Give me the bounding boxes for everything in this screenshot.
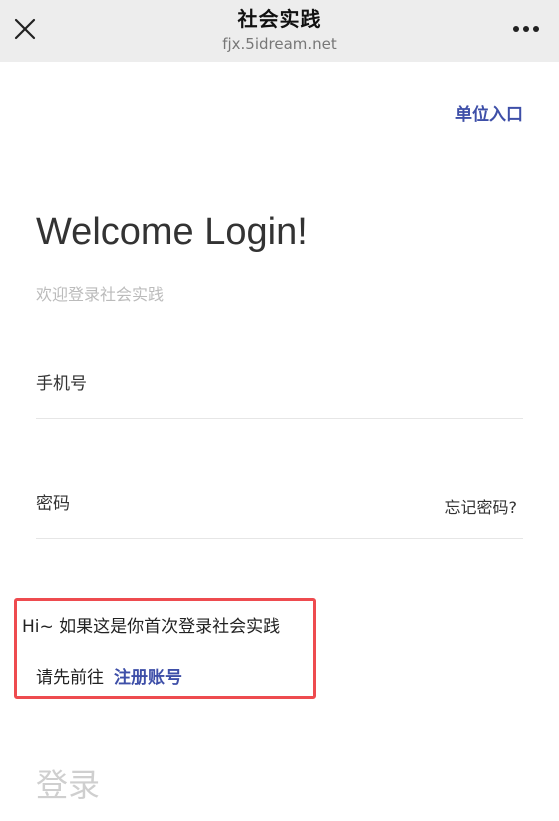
- register-prompt: 请先前往 注册账号: [36, 663, 182, 688]
- welcome-heading: Welcome Login!: [36, 211, 308, 253]
- phone-input[interactable]: [36, 364, 386, 404]
- top-navigation-bar: 社会实践 fjx.5idream.net: [0, 0, 559, 62]
- page-url: fjx.5idream.net: [222, 35, 337, 53]
- phone-field: [36, 362, 523, 419]
- password-input[interactable]: [36, 484, 386, 524]
- unit-entry-link[interactable]: 单位入口: [455, 100, 523, 125]
- password-field: 忘记密码?: [36, 482, 523, 539]
- welcome-subheading: 欢迎登录社会实践: [36, 285, 165, 304]
- page-title: 社会实践: [237, 7, 322, 31]
- register-prompt-text: 请先前往: [36, 668, 104, 688]
- forgot-password-link[interactable]: 忘记密码?: [445, 494, 518, 518]
- first-login-notice-text: Hi~ 如果这是你首次登录社会实践: [22, 617, 281, 637]
- register-account-link[interactable]: 注册账号: [114, 668, 182, 688]
- more-options-button[interactable]: [509, 14, 543, 44]
- more-horizontal-icon: [513, 26, 539, 32]
- login-button[interactable]: 登录: [36, 760, 100, 806]
